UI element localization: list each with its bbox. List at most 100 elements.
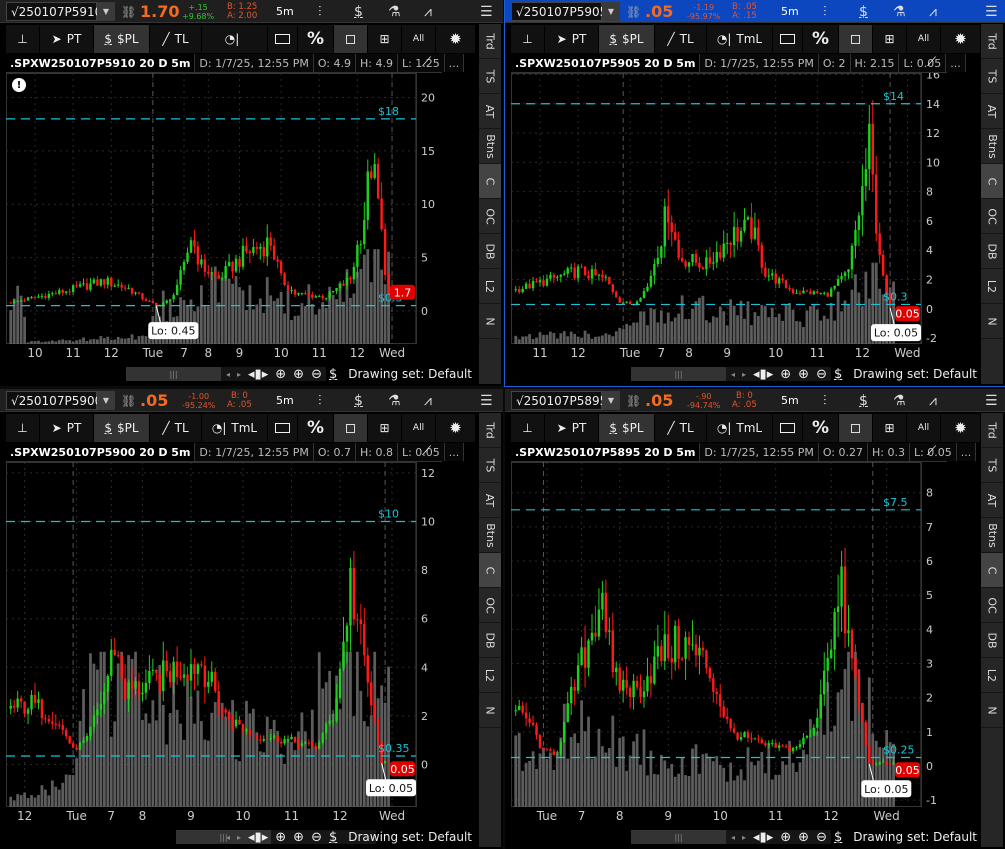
zoom-in-icon[interactable]: ⊕ xyxy=(798,830,809,845)
side-tab-l2[interactable]: L2 xyxy=(981,658,1003,693)
candle-style-icon[interactable]: ⫶ xyxy=(318,0,322,23)
pin-button[interactable]: ⊥ xyxy=(6,414,40,442)
studies-chart-icon[interactable]: ⩘ xyxy=(929,0,937,23)
symbol-dropdown-button[interactable]: ▼ xyxy=(602,2,620,21)
side-tab-btns[interactable]: Btns xyxy=(981,518,1003,553)
fit-icon[interactable]: ◂▮▸ xyxy=(248,367,268,382)
trendline-tool-button[interactable]: ╱ TL xyxy=(655,414,707,442)
price-axis-dollar-icon[interactable]: $ xyxy=(329,830,337,845)
percent-tool-button[interactable]: % xyxy=(803,25,839,53)
studies-chart-icon[interactable]: ⩘ xyxy=(424,0,432,23)
pointer-tool-button[interactable]: ➤ PT xyxy=(40,414,94,442)
more-info[interactable]: ... xyxy=(444,54,465,72)
timeline-tool-button[interactable]: ◔| TmL xyxy=(707,25,773,53)
warning-icon[interactable]: ! xyxy=(12,78,26,92)
drawing-set-selector[interactable]: Drawing set: Default xyxy=(348,830,472,844)
all-button[interactable]: All xyxy=(907,414,941,442)
scroll-left-icon[interactable]: ◂ xyxy=(731,833,735,842)
more-info[interactable]: ... xyxy=(956,443,977,461)
side-tab-db[interactable]: DB xyxy=(479,623,501,658)
side-tab-c[interactable]: C xyxy=(479,164,501,199)
settings-button[interactable]: ✹ xyxy=(436,25,476,53)
candle-style-icon[interactable]: ⫶ xyxy=(318,389,322,412)
price-level-tool-button[interactable]: $ $PL xyxy=(599,414,655,442)
side-tab-trd[interactable]: Trd xyxy=(479,24,501,59)
crosshair-icon[interactable]: ⊕ xyxy=(780,830,791,845)
side-tab-l2[interactable]: L2 xyxy=(981,269,1003,304)
link-icon[interactable]: ⛓ xyxy=(626,0,641,23)
trendline-tool-button[interactable]: ╱ TL xyxy=(150,25,202,53)
grid-layout-button[interactable]: ⊞ xyxy=(873,25,907,53)
all-button[interactable]: All xyxy=(907,25,941,53)
all-button[interactable]: All xyxy=(402,25,436,53)
expand-chart-icon[interactable]: ⟋ xyxy=(422,444,431,459)
percent-tool-button[interactable]: % xyxy=(803,414,839,442)
candle-style-icon[interactable]: ⫶ xyxy=(823,389,827,412)
side-tab-btns[interactable]: Btns xyxy=(479,518,501,553)
crosshair-icon[interactable]: ⊕ xyxy=(780,367,791,382)
candle-style-icon[interactable]: ⫶ xyxy=(823,0,827,23)
menu-icon[interactable]: ☰ xyxy=(480,0,493,23)
dollar-icon[interactable]: $ xyxy=(354,0,363,23)
single-layout-button[interactable] xyxy=(334,414,368,442)
crosshair-icon[interactable]: ⊕ xyxy=(275,830,286,845)
side-tab-n[interactable]: N xyxy=(981,693,1003,728)
settings-button[interactable]: ✹ xyxy=(436,414,476,442)
fit-icon[interactable]: ◂▮▸ xyxy=(753,830,773,845)
flask-icon[interactable]: ⚗ xyxy=(893,389,906,412)
rectangle-tool-button[interactable] xyxy=(268,25,298,53)
side-tab-oc[interactable]: OC xyxy=(981,199,1003,234)
all-button[interactable]: All xyxy=(402,414,436,442)
timeframe-button[interactable]: 5m xyxy=(276,0,294,23)
price-chart[interactable]: 05101520$18$0.51.7Lo: 0.45 xyxy=(6,73,476,344)
more-info[interactable]: ... xyxy=(444,443,465,461)
menu-icon[interactable]: ☰ xyxy=(985,0,998,23)
scroll-right-icon[interactable]: ▸ xyxy=(742,370,746,379)
scroll-right-icon[interactable]: ▸ xyxy=(742,833,746,842)
studies-chart-icon[interactable]: ⩘ xyxy=(424,389,432,412)
settings-button[interactable]: ✹ xyxy=(941,25,981,53)
timeline-tool-button[interactable]: ◔| xyxy=(202,25,268,53)
zoom-in-icon[interactable]: ⊕ xyxy=(798,367,809,382)
zoom-in-icon[interactable]: ⊕ xyxy=(293,367,304,382)
grid-layout-button[interactable]: ⊞ xyxy=(368,25,402,53)
side-tab-trd[interactable]: Trd xyxy=(981,413,1003,448)
trendline-tool-button[interactable]: ╱ TL xyxy=(150,414,202,442)
pin-button[interactable]: ⊥ xyxy=(511,25,545,53)
single-layout-button[interactable] xyxy=(839,25,873,53)
grid-layout-button[interactable]: ⊞ xyxy=(368,414,402,442)
price-level-tool-button[interactable]: $ $PL xyxy=(94,414,150,442)
menu-icon[interactable]: ☰ xyxy=(985,389,998,412)
price-level-tool-button[interactable]: $ $PL xyxy=(94,25,150,53)
expand-chart-icon[interactable]: ⟋ xyxy=(422,55,431,70)
scroll-thumb[interactable]: ||| xyxy=(631,367,726,381)
price-axis-dollar-icon[interactable]: $ xyxy=(834,367,842,382)
side-tab-trd[interactable]: Trd xyxy=(479,413,501,448)
side-tab-trd[interactable]: Trd xyxy=(981,24,1003,59)
single-layout-button[interactable] xyxy=(334,25,368,53)
settings-button[interactable]: ✹ xyxy=(941,414,981,442)
symbol-input[interactable]: √250107P5910 xyxy=(6,2,102,21)
link-icon[interactable]: ⛓ xyxy=(121,0,136,23)
side-tab-ts[interactable]: TS xyxy=(479,448,501,483)
side-tab-db[interactable]: DB xyxy=(479,234,501,269)
fit-icon[interactable]: ◂▮▸ xyxy=(753,367,773,382)
drawing-set-selector[interactable]: Drawing set: Default xyxy=(853,830,977,844)
expand-chart-icon[interactable]: ⟋ xyxy=(927,444,936,459)
side-tab-n[interactable]: N xyxy=(981,304,1003,339)
symbol-dropdown-button[interactable]: ▼ xyxy=(97,2,115,21)
side-tab-n[interactable]: N xyxy=(479,693,501,728)
side-tab-oc[interactable]: OC xyxy=(479,199,501,234)
price-axis-dollar-icon[interactable]: $ xyxy=(329,367,337,382)
side-tab-db[interactable]: DB xyxy=(981,234,1003,269)
pointer-tool-button[interactable]: ➤ PT xyxy=(545,414,599,442)
pointer-tool-button[interactable]: ➤ PT xyxy=(40,25,94,53)
side-tab-ts[interactable]: TS xyxy=(981,59,1003,94)
studies-chart-icon[interactable]: ⩘ xyxy=(929,389,937,412)
crosshair-icon[interactable]: ⊕ xyxy=(275,367,286,382)
zoom-out-icon[interactable]: ⊖ xyxy=(311,367,322,382)
side-tab-c[interactable]: C xyxy=(981,164,1003,199)
scroll-left-icon[interactable]: ◂ xyxy=(226,370,230,379)
grid-layout-button[interactable]: ⊞ xyxy=(873,414,907,442)
side-tab-btns[interactable]: Btns xyxy=(479,129,501,164)
